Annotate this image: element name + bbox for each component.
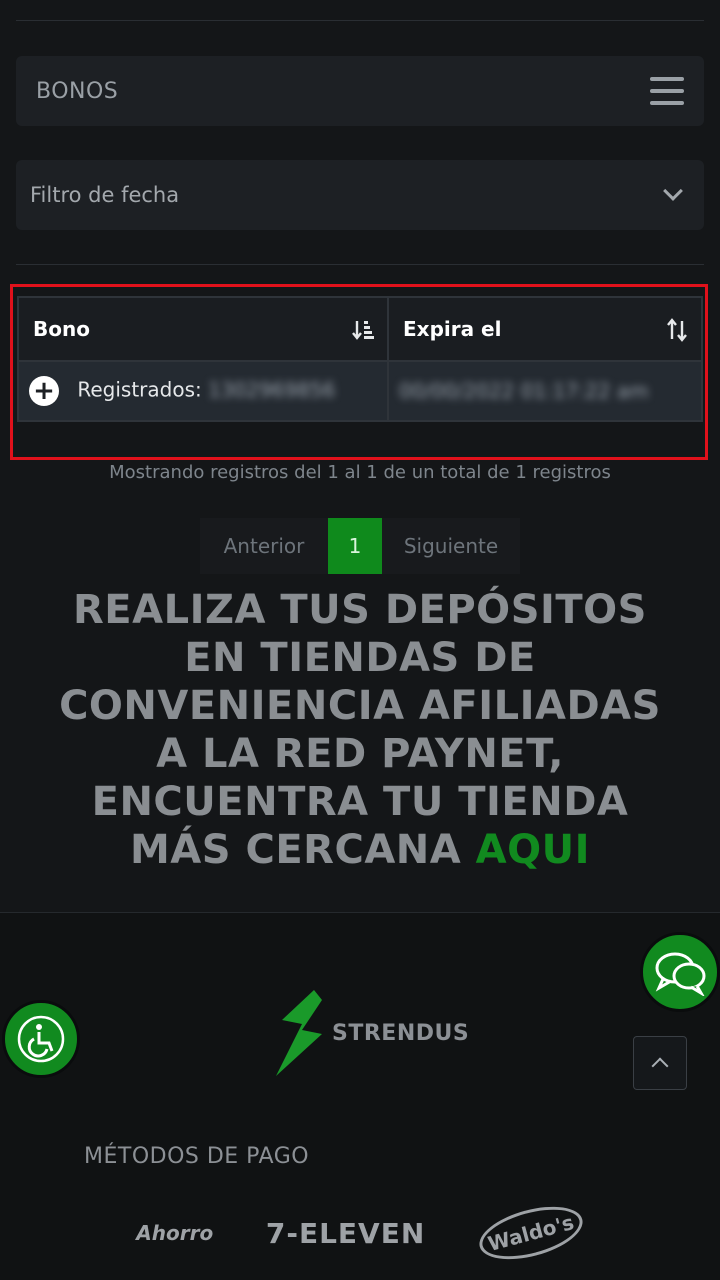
- date-filter-label: Filtro de fecha: [30, 183, 180, 207]
- pagination: Anterior 1 Siguiente: [200, 518, 520, 574]
- pager-page-1[interactable]: 1: [328, 518, 382, 574]
- bonus-table: Bono Expira el + Registrados: 1302969856…: [17, 296, 703, 422]
- sort-icon: [667, 318, 687, 342]
- promo-link[interactable]: AQUI: [476, 827, 590, 873]
- accessibility-button[interactable]: [2, 1000, 80, 1078]
- hamburger-menu-icon[interactable]: [650, 77, 684, 105]
- accessibility-icon: [17, 1015, 65, 1063]
- scroll-to-top-button[interactable]: [633, 1036, 687, 1090]
- expires-value: 00/00/2022 01:17:22 am: [399, 379, 649, 403]
- brand-name: STRENDUS: [332, 1020, 470, 1046]
- mid-divider: [16, 264, 704, 265]
- chat-button[interactable]: [640, 932, 720, 1012]
- sort-desc-icon: [352, 321, 374, 340]
- chevron-up-icon: [651, 1057, 669, 1075]
- date-filter-dropdown[interactable]: Filtro de fecha: [16, 160, 704, 230]
- payment-logos: Ahorro 7-ELEVEN Waldo's: [0, 1197, 720, 1269]
- seven-eleven-logo: 7-ELEVEN: [265, 1216, 426, 1250]
- chevron-down-icon: [663, 181, 683, 201]
- bono-value: 1302969856: [208, 377, 336, 402]
- row-label: Registrados:: [77, 377, 202, 402]
- promo-text: REALIZA TUS DEPÓSITOS EN TIENDAS DE CONV…: [40, 586, 680, 874]
- column-header-expira[interactable]: Expira el: [387, 296, 703, 362]
- section-title: BONOS: [36, 78, 119, 104]
- farmacias-ahorro-logo: Ahorro: [136, 1221, 214, 1245]
- expand-plus-icon[interactable]: +: [29, 376, 59, 406]
- expires-cell: 00/00/2022 01:17:22 am: [387, 360, 703, 422]
- chat-bubbles-icon: [655, 952, 706, 996]
- section-menu-bar[interactable]: BONOS: [16, 56, 704, 126]
- strendus-bolt-icon: [276, 990, 322, 1076]
- payment-methods-title: MÉTODOS DE PAGO: [84, 1144, 310, 1169]
- pager-next-button[interactable]: Siguiente: [382, 518, 520, 574]
- pager-previous-button[interactable]: Anterior: [200, 518, 328, 574]
- records-info: Mostrando registros del 1 al 1 de un tot…: [109, 462, 611, 483]
- top-divider: [16, 20, 704, 21]
- column-header-bono[interactable]: Bono: [17, 296, 389, 362]
- brand-logo[interactable]: STRENDUS: [276, 990, 469, 1076]
- bono-cell: + Registrados: 1302969856: [17, 360, 389, 422]
- table-row: + Registrados: 1302969856 00/00/2022 01:…: [17, 360, 703, 422]
